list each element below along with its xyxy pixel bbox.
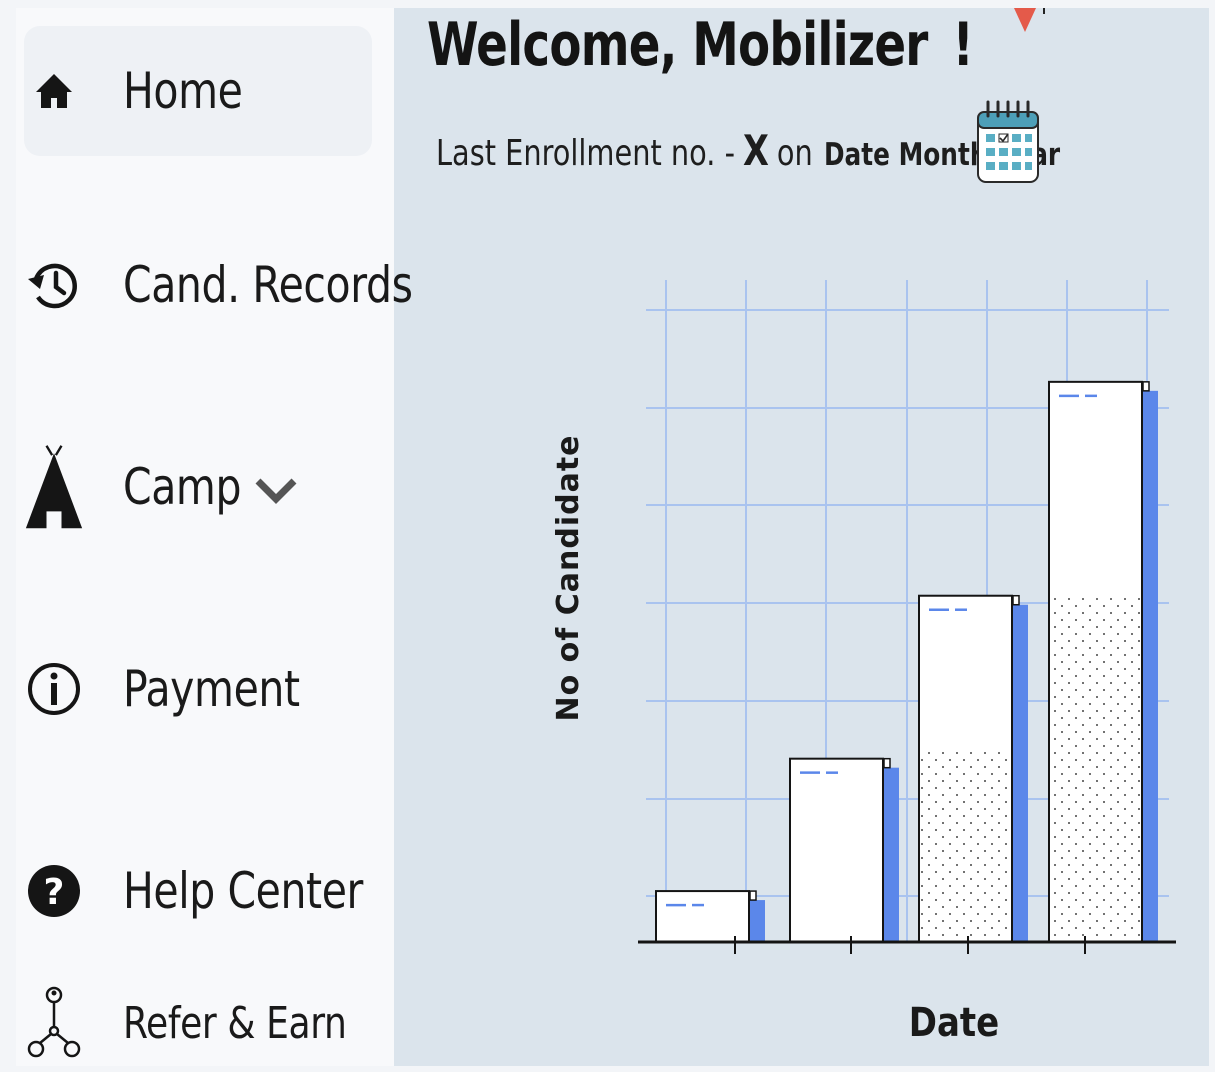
sidebar-item-payment[interactable]: Payment — [24, 624, 372, 754]
app-frame: Home Cand. Records Camp Payment ? Help C… — [16, 8, 1209, 1066]
sidebar: Home Cand. Records Camp Payment ? Help C… — [16, 8, 413, 1066]
home-icon — [24, 56, 84, 126]
tent-icon — [24, 445, 84, 529]
referral-network-icon — [24, 986, 84, 1058]
sidebar-item-cand-records[interactable]: Cand. Records — [24, 220, 413, 350]
bar-cap — [1142, 381, 1150, 392]
svg-text:?: ? — [44, 872, 65, 913]
bar-pattern — [1051, 594, 1140, 942]
history-icon — [24, 250, 84, 320]
sidebar-item-refer-earn[interactable]: Refer & Earn — [24, 968, 372, 1066]
sidebar-item-help-center[interactable]: ? Help Center — [24, 826, 372, 956]
info-icon — [24, 654, 84, 724]
bar-cap — [1012, 594, 1020, 606]
bar-cap — [883, 757, 891, 769]
sidebar-item-label: Home — [123, 62, 243, 120]
chevron-down-icon[interactable] — [254, 477, 298, 510]
sidebar-item-label: Cand. Records — [123, 256, 413, 314]
candidates-bar-chart: No of Candidate Date — [551, 280, 1176, 1046]
sidebar-item-label: Refer & Earn — [123, 997, 347, 1049]
bar-cap — [749, 890, 757, 901]
sidebar-item-home[interactable]: Home — [24, 26, 372, 156]
x-axis-label: Date — [909, 999, 999, 1045]
sidebar-item-label: Payment — [123, 660, 300, 718]
sidebar-item-label: Camp — [123, 458, 242, 516]
sidebar-item-camp[interactable]: Camp — [24, 422, 372, 552]
x-axis-ticks — [734, 936, 1086, 954]
y-axis-label: No of Candidate — [551, 434, 586, 721]
bar — [789, 757, 884, 944]
sidebar-item-label: Help Center — [123, 862, 363, 920]
question-icon: ? — [24, 856, 84, 926]
bar — [655, 890, 750, 943]
main-panel: Welcome, Mobilizer! Last Enrollment no. … — [394, 8, 1209, 1066]
bar-pattern — [921, 751, 1010, 942]
